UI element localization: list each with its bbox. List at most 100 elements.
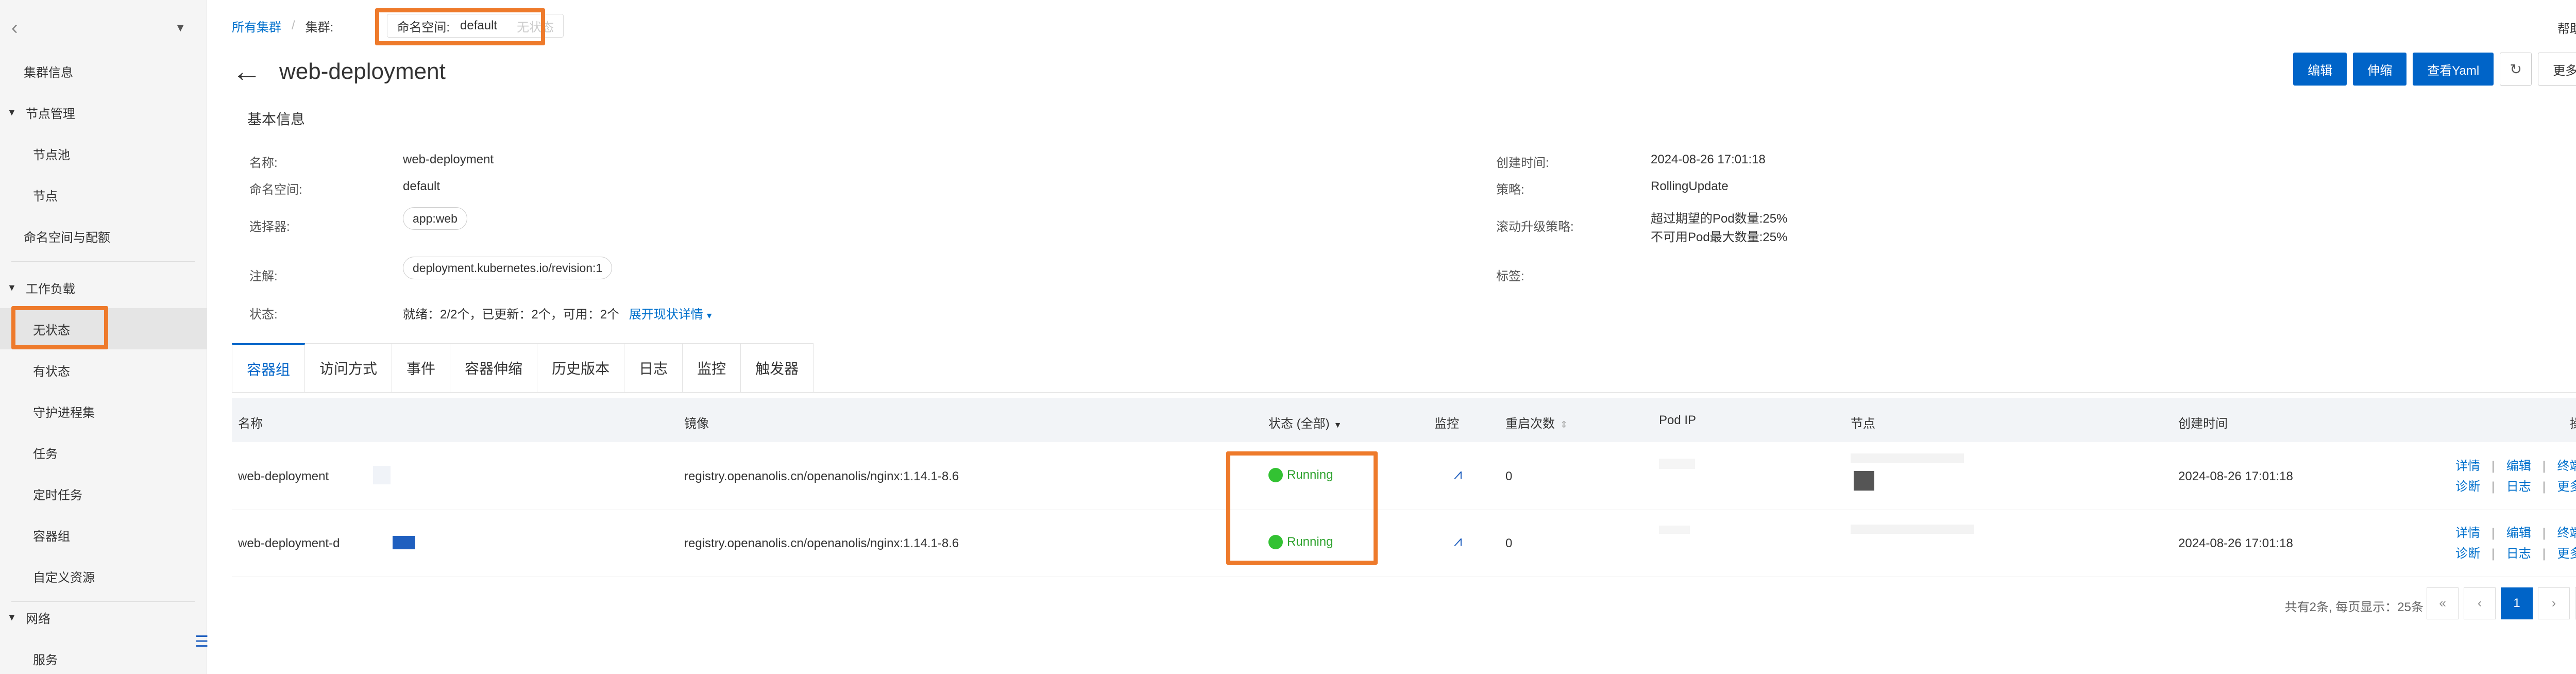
page-title: web-deployment <box>279 59 446 84</box>
sidebar-item-label: 任务 <box>33 447 58 461</box>
row-actions-2: 诊断 | 日志 | 更多▼ <box>2455 543 2576 561</box>
diagnose-link[interactable]: 诊断 <box>2455 480 2480 494</box>
expand-status-link[interactable]: 展开现状详情 ▼ <box>629 308 714 322</box>
more-label: 更多 <box>2553 63 2576 78</box>
tab-history[interactable]: 历史版本 <box>537 343 625 393</box>
pagination-summary: 共有2条, 每页显示：25条 <box>2284 600 2424 614</box>
cluster-selector[interactable] <box>32 18 175 38</box>
pod-created: 2024-08-26 17:01:18 <box>2178 469 2293 483</box>
breadcrumb-cluster[interactable]: 集群: <box>306 17 334 35</box>
redacted-pod-ip <box>1659 526 1690 534</box>
table-row: web-deployment-d registry.openanolis.cn/… <box>232 510 2576 577</box>
sidebar-item-label: 集群信息 <box>24 65 73 80</box>
redacted-block <box>373 466 391 484</box>
tab-access[interactable]: 访问方式 <box>305 343 393 393</box>
restart-count: 0 <box>1505 536 1513 550</box>
sidebar-group-node-management[interactable]: ▼ 节点管理 <box>0 92 207 133</box>
sidebar-item-daemonsets[interactable]: 守护进程集 <box>0 391 207 432</box>
detail-link[interactable]: 详情 <box>2455 526 2480 540</box>
terminal-link[interactable]: 终端 <box>2557 526 2576 540</box>
tab-monitoring[interactable]: 监控 <box>683 343 741 393</box>
ops-separator: | <box>2492 459 2495 473</box>
edit-link[interactable]: 编辑 <box>2506 526 2531 540</box>
terminal-link[interactable]: 终端 <box>2557 459 2576 473</box>
arrow-left-icon[interactable]: ← <box>232 57 262 87</box>
th-pod-ip: Pod IP <box>1659 413 1697 427</box>
tab-logs[interactable]: 日志 <box>624 343 683 393</box>
ops-separator: | <box>2492 547 2495 561</box>
tabs-divider <box>232 392 2576 393</box>
chevron-left-icon[interactable]: ‹ <box>11 17 32 39</box>
log-link[interactable]: 日志 <box>2506 547 2531 561</box>
caret-down-icon: ▼ <box>7 612 16 622</box>
th-restarts[interactable]: 重启次数 ⇕ <box>1505 413 1568 431</box>
sidebar-item-label: 有状态 <box>33 364 70 379</box>
sidebar-group-workloads[interactable]: ▼ 工作负载 <box>0 267 207 308</box>
strategy-value: RollingUpdate <box>1651 179 1728 193</box>
page-button-current[interactable]: 1 <box>2501 587 2533 619</box>
edit-button[interactable]: 编辑 <box>2293 53 2347 86</box>
first-page-button[interactable]: « <box>2427 587 2459 619</box>
redacted-block <box>393 536 415 549</box>
pod-name-link[interactable]: web-deployment-d <box>238 536 340 551</box>
redacted-pod-ip <box>1659 459 1695 469</box>
next-page-button[interactable]: › <box>2538 587 2570 619</box>
sidebar-item-jobs[interactable]: 任务 <box>0 432 207 473</box>
annotation-tag: deployment.kubernetes.io/revision:1 <box>403 257 613 279</box>
th-status[interactable]: 状态 (全部) ▼ <box>1268 413 1342 431</box>
detail-link[interactable]: 详情 <box>2455 459 2480 473</box>
collapse-sidebar-icon[interactable]: ☰ <box>195 633 209 651</box>
selector-label: 选择器: <box>249 220 290 234</box>
sidebar-item-label: 节点管理 <box>25 107 75 121</box>
tab-pods[interactable]: 容器组 <box>232 343 306 393</box>
prev-page-button[interactable]: ‹ <box>2464 587 2496 619</box>
sidebar-item-statefulsets[interactable]: 有状态 <box>0 349 207 391</box>
sidebar-group-network[interactable]: ▼ 网络 <box>0 597 207 638</box>
scale-button[interactable]: 伸缩 <box>2353 53 2407 86</box>
view-yaml-button[interactable]: 查看Yaml <box>2413 53 2494 86</box>
status-label: 状态: <box>249 308 278 322</box>
sidebar-item-nodes[interactable]: 节点 <box>0 174 207 215</box>
monitor-chart-icon[interactable]: ⩘ <box>1454 466 1462 483</box>
sidebar-item-label: 节点池 <box>33 148 70 162</box>
sidebar-item-cluster-info[interactable]: 集群信息 <box>0 50 207 92</box>
pod-name-link[interactable]: web-deployment <box>238 469 329 484</box>
sidebar-item-custom-resources[interactable]: 自定义资源 <box>0 555 207 597</box>
tab-autoscaling[interactable]: 容器伸缩 <box>450 343 538 393</box>
sidebar-item-cronjobs[interactable]: 定时任务 <box>0 473 207 514</box>
more-button[interactable]: 更多 ▼ <box>2538 53 2576 86</box>
tab-events[interactable]: 事件 <box>392 343 451 393</box>
tab-triggers[interactable]: 触发器 <box>741 343 814 393</box>
sidebar-item-node-pool[interactable]: 节点池 <box>0 133 207 174</box>
th-name: 名称 <box>238 417 263 431</box>
sidebar-item-namespace-quota[interactable]: 命名空间与配额 <box>0 215 207 257</box>
th-ops: 操作 <box>2570 413 2576 431</box>
page-header: ← web-deployment <box>232 54 446 90</box>
ops-separator: | <box>2542 526 2546 540</box>
refresh-icon[interactable]: ↻ <box>2500 53 2532 86</box>
diagnose-link[interactable]: 诊断 <box>2455 547 2480 561</box>
breadcrumb-all-clusters[interactable]: 所有集群 <box>232 17 281 35</box>
monitor-chart-icon[interactable]: ⩘ <box>1454 533 1462 550</box>
table-row: web-deployment registry.openanolis.cn/op… <box>232 443 2576 510</box>
log-link[interactable]: 日志 <box>2506 480 2531 494</box>
cluster-selector-bar: ‹ ▼ <box>0 0 207 56</box>
sidebar-item-services[interactable]: 服务 <box>0 638 207 674</box>
row-actions-2: 诊断 | 日志 | 更多▼ <box>2455 476 2576 494</box>
caret-down-icon: ▼ <box>1333 421 1342 430</box>
th-image: 镜像 <box>684 417 709 431</box>
header-actions: 编辑 伸缩 查看Yaml ↻ 更多 ▼ <box>2293 53 2576 86</box>
sidebar-item-pods[interactable]: 容器组 <box>0 514 207 555</box>
edit-link[interactable]: 编辑 <box>2506 459 2531 473</box>
detail-tabs: 容器组 访问方式 事件 容器伸缩 历史版本 日志 监控 触发器 <box>232 343 814 393</box>
sidebar-divider <box>11 261 195 262</box>
chevron-down-icon[interactable]: ▼ <box>175 21 186 35</box>
caret-down-icon: ▼ <box>7 107 16 117</box>
caret-down-icon: ▼ <box>7 282 16 293</box>
sidebar-item-label: 服务 <box>33 653 58 667</box>
pod-image: registry.openanolis.cn/openanolis/nginx:… <box>684 536 959 550</box>
help-docs-link[interactable]: 帮助文档 <box>2557 19 2576 37</box>
more-link[interactable]: 更多▼ <box>2557 480 2576 494</box>
more-link[interactable]: 更多▼ <box>2557 547 2576 561</box>
th-monitor: 监控 <box>1434 417 1459 431</box>
